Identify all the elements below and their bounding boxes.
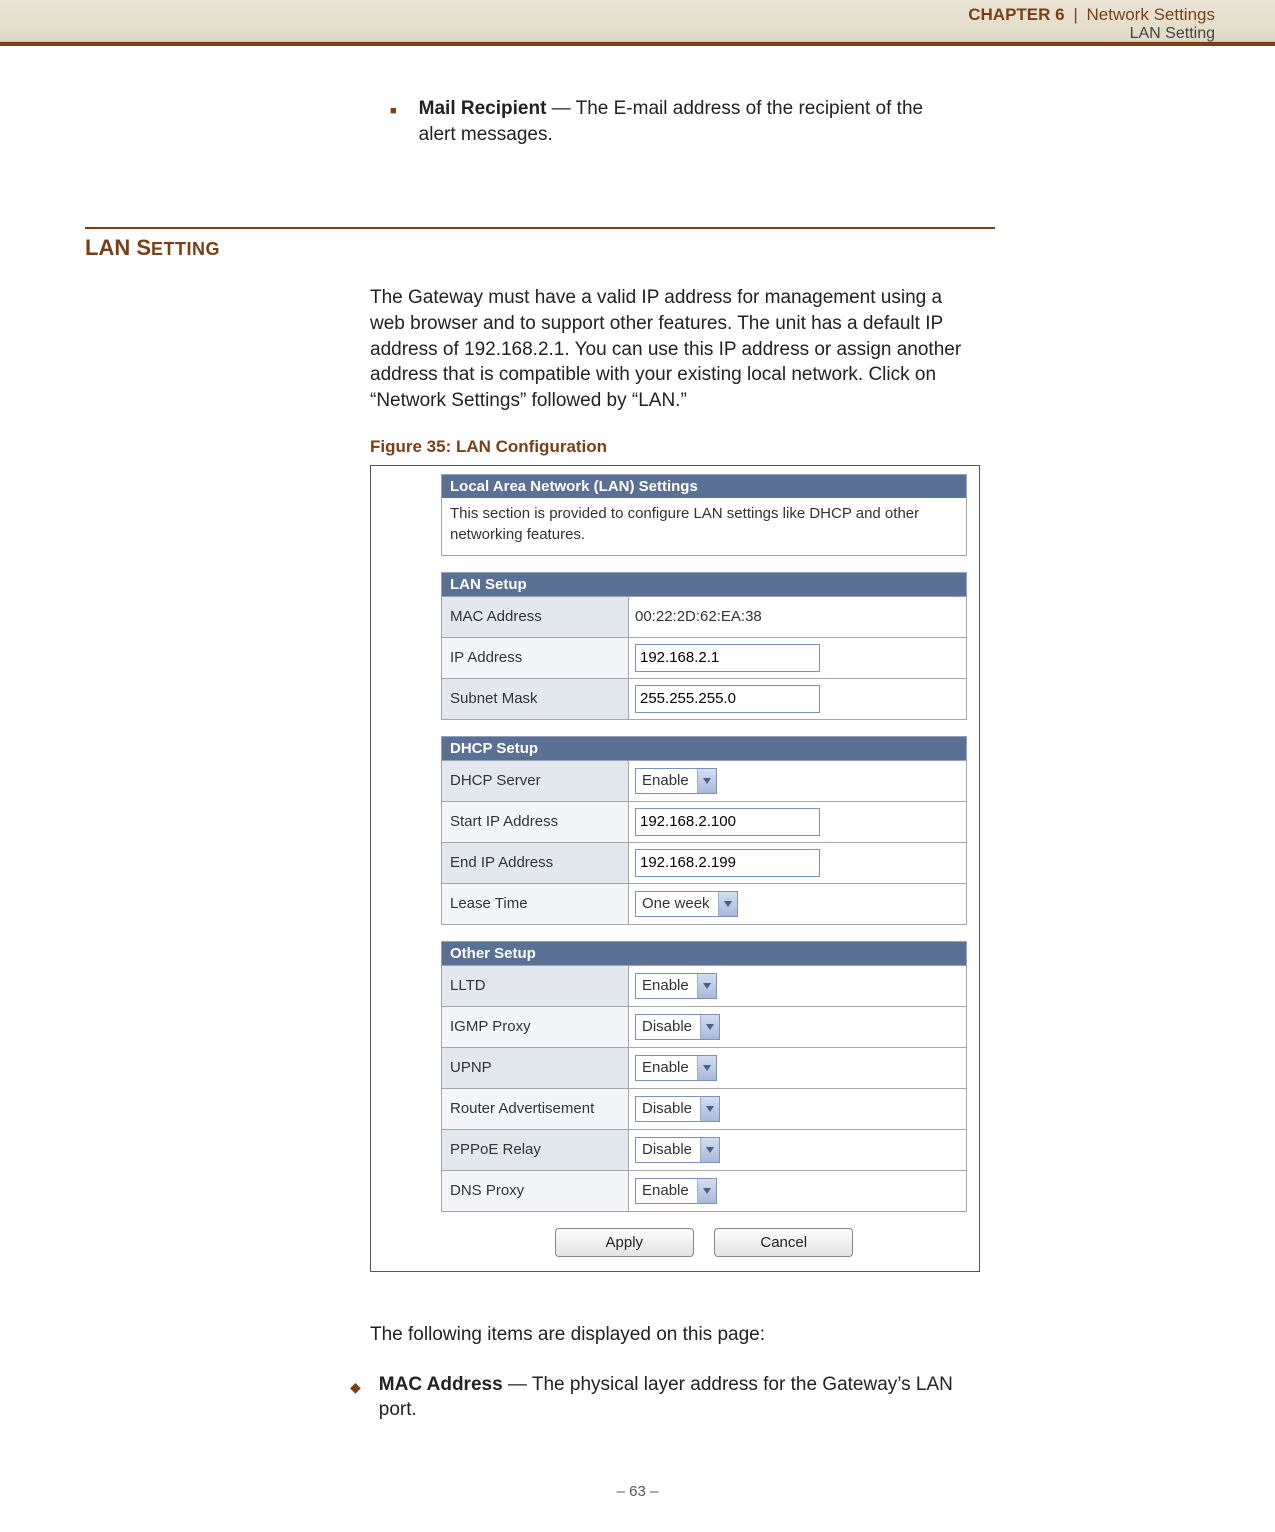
section-heading: LAN SETTING [85,235,995,261]
end-ip-label: End IP Address [442,842,629,883]
dhcp-setup-table: DHCP Setup DHCP Server Enable Start IP A… [441,736,967,925]
chevron-down-icon [718,892,737,916]
router-advertisement-value: Disable [636,1097,700,1121]
mac-address-text: MAC Address — The physical layer address… [379,1372,975,1423]
header-subtitle: LAN Setting [0,25,1215,43]
ip-address-label: IP Address [442,637,629,678]
chevron-down-icon [697,1179,716,1203]
chevron-down-icon [700,1138,719,1162]
mail-recipient-bullet: ■ Mail Recipient — The E-mail address of… [390,96,965,147]
header-line-1: CHAPTER 6 | Network Settings [0,6,1215,25]
cancel-button[interactable]: Cancel [714,1228,853,1257]
igmp-proxy-select[interactable]: Disable [635,1014,720,1040]
header-band [0,42,1275,46]
figure-box: Local Area Network (LAN) Settings This s… [370,465,980,1272]
section-heading-big: LAN S [85,235,151,260]
router-advertisement-select[interactable]: Disable [635,1096,720,1122]
dhcp-server-value: Enable [636,769,697,793]
apply-button[interactable]: Apply [555,1228,694,1257]
mac-address-term: MAC Address [379,1374,503,1395]
lltd-label: LLTD [442,965,629,1006]
lan-setup-table: LAN Setup MAC Address 00:22:2D:62:EA:38 … [441,572,967,720]
dns-proxy-value: Enable [636,1179,697,1203]
lltd-select[interactable]: Enable [635,973,717,999]
upnp-value: Enable [636,1056,697,1080]
pppoe-relay-label: PPPoE Relay [442,1129,629,1170]
items-displayed-lead: The following items are displayed on thi… [370,1322,975,1348]
page-footer: – 63 – [0,1483,1275,1520]
header-title: Network Settings [1087,5,1216,24]
dns-proxy-label: DNS Proxy [442,1170,629,1211]
chevron-down-icon [697,1056,716,1080]
chevron-down-icon [697,769,716,793]
pppoe-relay-value: Disable [636,1138,700,1162]
lease-time-label: Lease Time [442,883,629,924]
chevron-down-icon [700,1097,719,1121]
pppoe-relay-select[interactable]: Disable [635,1137,720,1163]
section-heading-small: ETTING [151,239,220,259]
mac-address-bullet: ◆ MAC Address — The physical layer addre… [350,1372,975,1423]
header-separator: | [1073,5,1077,24]
end-ip-input[interactable] [635,849,820,877]
figure-caption: Figure 35: LAN Configuration [370,437,975,457]
upnp-select[interactable]: Enable [635,1055,717,1081]
page-header: CHAPTER 6 | Network Settings LAN Setting [0,0,1275,42]
mac-address-value: 00:22:2D:62:EA:38 [629,596,967,637]
chevron-down-icon [697,974,716,998]
lease-time-value: One week [636,892,718,916]
dhcp-setup-title: DHCP Setup [442,736,967,760]
lease-time-select[interactable]: One week [635,891,738,917]
start-ip-input[interactable] [635,808,820,836]
dns-proxy-select[interactable]: Enable [635,1178,717,1204]
other-setup-title: Other Setup [442,941,967,965]
square-bullet-icon: ■ [390,104,397,119]
panel-description: This section is provided to configure LA… [441,498,967,556]
chevron-down-icon [700,1015,719,1039]
router-advertisement-label: Router Advertisement [442,1088,629,1129]
upnp-label: UPNP [442,1047,629,1088]
mac-address-label: MAC Address [442,596,629,637]
start-ip-label: Start IP Address [442,801,629,842]
dhcp-server-label: DHCP Server [442,760,629,801]
mail-recipient-text: Mail Recipient — The E-mail address of t… [419,96,965,147]
section-paragraph: The Gateway must have a valid IP address… [370,285,975,413]
subnet-mask-label: Subnet Mask [442,678,629,719]
lan-setup-title: LAN Setup [442,572,967,596]
subnet-mask-input[interactable] [635,685,820,713]
igmp-proxy-value: Disable [636,1015,700,1039]
section-rule [85,227,995,229]
ip-address-input[interactable] [635,644,820,672]
lltd-value: Enable [636,974,697,998]
other-setup-table: Other Setup LLTD Enable IGMP Proxy Dis [441,941,967,1212]
mail-recipient-term: Mail Recipient [419,98,547,119]
diamond-bullet-icon: ◆ [350,1378,361,1397]
chapter-label: CHAPTER 6 [968,5,1064,24]
igmp-proxy-label: IGMP Proxy [442,1006,629,1047]
button-row: Apply Cancel [441,1228,967,1257]
panel-title: Local Area Network (LAN) Settings [441,474,967,498]
dhcp-server-select[interactable]: Enable [635,768,717,794]
